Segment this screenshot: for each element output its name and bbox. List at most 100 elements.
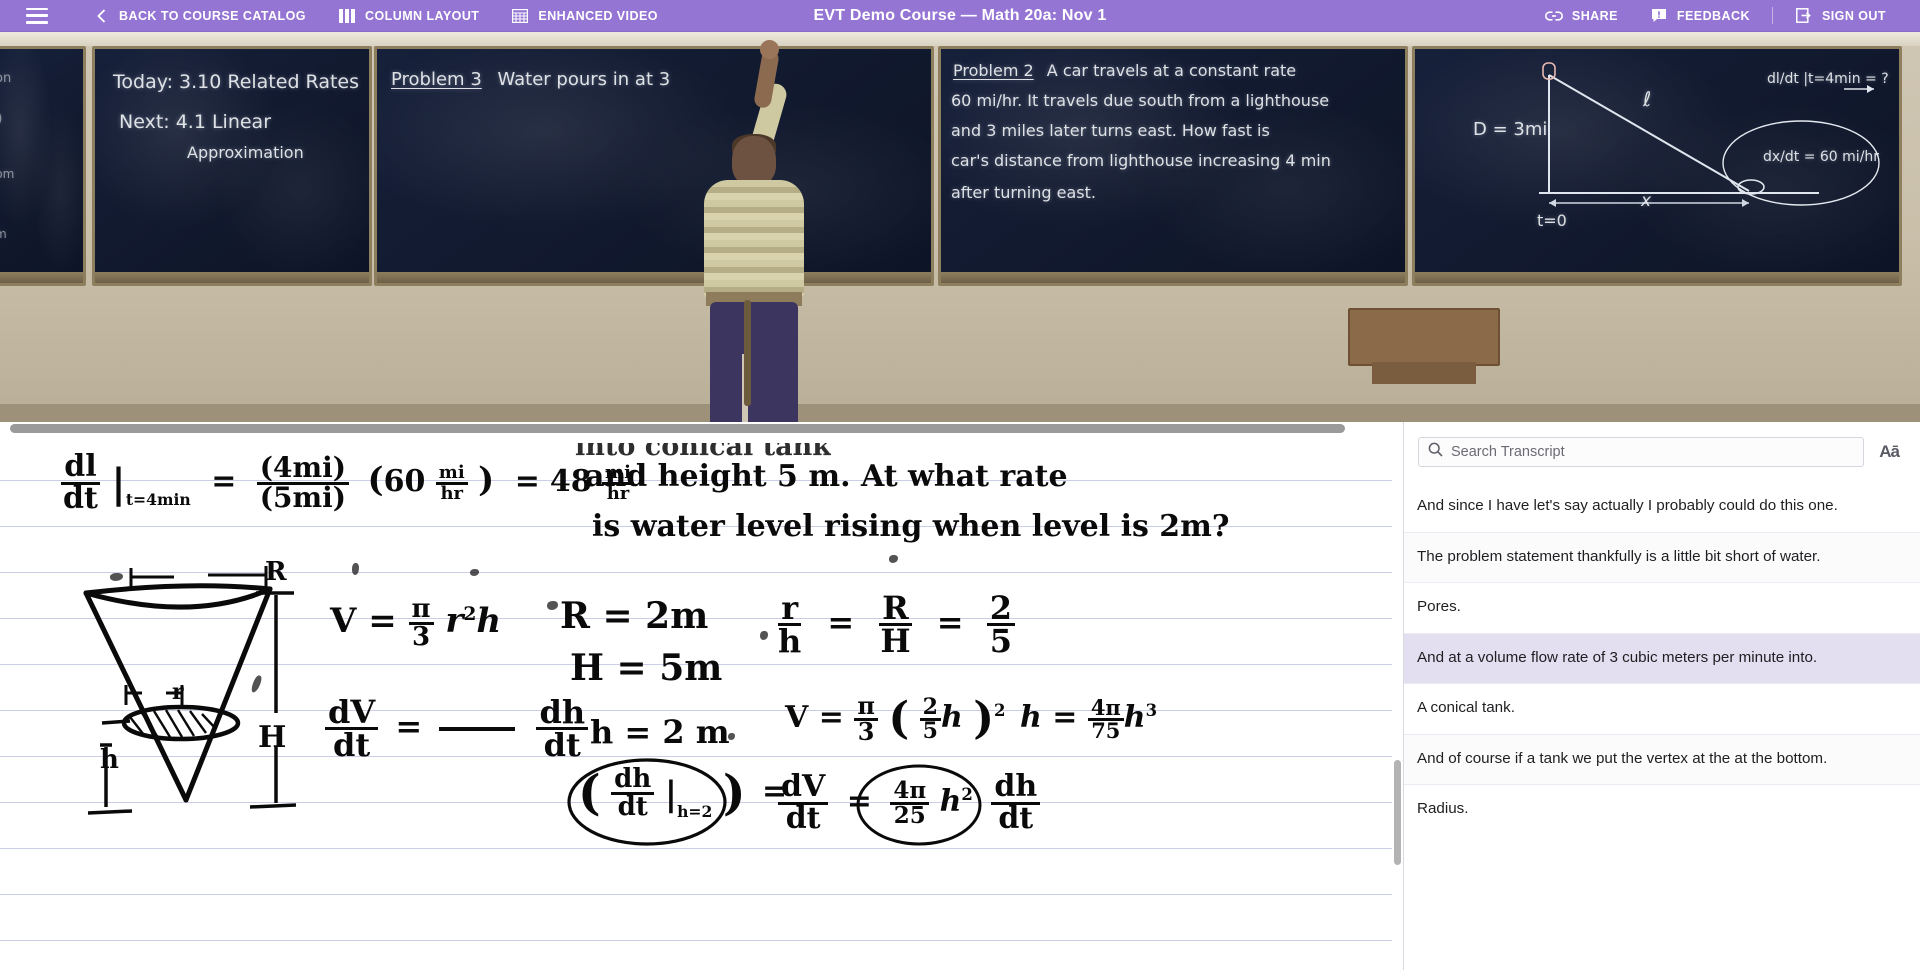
notes-eq-H5m: H = 5m bbox=[570, 647, 723, 689]
board1-text-3: pm bbox=[0, 167, 15, 181]
search-input[interactable] bbox=[1451, 444, 1855, 460]
transcript-line-active[interactable]: And at a volume flow rate of 3 cubic met… bbox=[1404, 632, 1920, 683]
cone-diagram bbox=[83, 566, 297, 815]
transcript-search-box[interactable] bbox=[1418, 437, 1865, 467]
back-to-course-catalog-button[interactable]: BACK TO COURSE CATALOG bbox=[76, 0, 322, 31]
main-content-area: into conical tank dl dt |t=4min = (4mi) (5… bbox=[0, 422, 1920, 970]
podium bbox=[1348, 308, 1500, 366]
share-label: SHARE bbox=[1571, 8, 1618, 23]
transcript-pane: Aā And since I have let's say actually I… bbox=[1404, 422, 1920, 970]
notes-horizontal-scroll-thumb[interactable] bbox=[10, 424, 1345, 433]
lecture-video-player[interactable]: on ) pm m Today: 3.10 Related Rates Next… bbox=[0, 32, 1920, 422]
chalkboard-panel-5: D = 3mi ℓ x t=0 dl/dt |t=4min = ? dx/dt … bbox=[1412, 46, 1902, 286]
notes-eq-ratio: rh = RH = 25 bbox=[775, 592, 1015, 658]
board4-line-4: car's distance from lighthouse increasin… bbox=[951, 151, 1331, 170]
feedback-label: FEEDBACK bbox=[1676, 8, 1750, 23]
ink-smudge bbox=[352, 563, 359, 575]
transcript-line[interactable]: The problem statement thankfully is a li… bbox=[1404, 531, 1920, 582]
board5-x-label: x bbox=[1641, 191, 1652, 211]
chalkboard-panel-3: Problem 3 Water pours in at 3 bbox=[374, 46, 934, 286]
grid-video-icon bbox=[511, 7, 529, 25]
lecturer-hand bbox=[760, 40, 779, 59]
notes-vertical-scroll-thumb[interactable] bbox=[1394, 760, 1401, 865]
chalkboard-panel-1: on ) pm m bbox=[0, 46, 86, 286]
ink-smudge bbox=[728, 733, 735, 740]
podium-base bbox=[1372, 362, 1476, 384]
transcript-line[interactable]: And since I have let's say actually I pr… bbox=[1404, 482, 1920, 532]
board3-problem-label: Problem 3 Water pours in at 3 bbox=[391, 69, 671, 90]
notes-vertical-scrollbar[interactable] bbox=[1392, 435, 1403, 970]
enhanced-video-label: ENHANCED VIDEO bbox=[538, 8, 658, 23]
board4-problem-text: A car travels at a constant rate bbox=[1046, 61, 1297, 80]
board5-distance-label: D = 3mi bbox=[1473, 119, 1548, 140]
search-icon bbox=[1428, 442, 1443, 462]
board1-text-4: m bbox=[0, 227, 7, 241]
notes-eq-V-substituted: V = π3 ( 25h )2 h = 4π 75 h3 bbox=[785, 690, 1158, 746]
notes-eq-volume: V = π3 r2h bbox=[330, 594, 502, 652]
notes-eq-dVdt-final: dV dt = 4π 25 h2 dh dt bbox=[778, 772, 1041, 833]
board5-ell-label: ℓ bbox=[1643, 87, 1652, 111]
board4-problem-label: Problem 2 A car travels at a constant ra… bbox=[953, 61, 1297, 80]
hamburger-menu-icon[interactable] bbox=[26, 7, 48, 24]
notes-eq-h2m: h = 2 m bbox=[590, 713, 730, 751]
notes-label-r: r bbox=[172, 679, 184, 705]
transcript-header: Aā bbox=[1404, 422, 1920, 482]
enhanced-video-button[interactable]: ENHANCED VIDEO bbox=[495, 0, 674, 31]
notes-label-R: R bbox=[265, 557, 287, 587]
comment-icon bbox=[1650, 7, 1668, 25]
lecturer-strap bbox=[744, 300, 751, 406]
share-button[interactable]: SHARE bbox=[1529, 0, 1634, 31]
ink-smudge bbox=[547, 601, 558, 610]
transcript-line[interactable]: And of course if a tank we put the verte… bbox=[1404, 733, 1920, 784]
board3-problem-text: Water pours in at 3 bbox=[497, 69, 671, 90]
board2-today-line: Today: 3.10 Related Rates bbox=[113, 71, 360, 93]
chevron-left-icon bbox=[92, 7, 110, 25]
lecturer-torso bbox=[704, 180, 804, 300]
exit-icon bbox=[1795, 7, 1813, 25]
transcript-line[interactable]: Radius. bbox=[1404, 784, 1920, 835]
topbar-divider bbox=[1771, 7, 1773, 24]
board4-line-2: 60 mi/hr. It travels due south from a li… bbox=[951, 91, 1330, 110]
transcript-line[interactable]: Pores. bbox=[1404, 582, 1920, 633]
board1-text-2: ) bbox=[0, 111, 2, 127]
topbar-right-group: SHARE FEEDBACK SIGN OUT bbox=[1529, 0, 1902, 31]
board2-approximation-line: Approximation bbox=[187, 143, 304, 162]
lecturer-figure bbox=[690, 40, 810, 422]
notes-pane[interactable]: into conical tank dl dt |t=4min = (4mi) (5… bbox=[0, 422, 1404, 970]
link-icon bbox=[1544, 7, 1563, 25]
notes-horizontal-scrollbar[interactable] bbox=[0, 422, 1403, 435]
sign-out-button[interactable]: SIGN OUT bbox=[1779, 0, 1902, 31]
board5-dldt-label: dl/dt |t=4min = ? bbox=[1767, 71, 1889, 87]
columns-icon bbox=[338, 7, 356, 25]
board5-t0-label: t=0 bbox=[1537, 211, 1567, 230]
chalkboard-panel-4: Problem 2 A car travels at a constant ra… bbox=[938, 46, 1408, 286]
back-to-course-catalog-label: BACK TO COURSE CATALOG bbox=[119, 8, 306, 23]
notes-paper-canvas: into conical tank dl dt |t=4min = (4mi) (5… bbox=[0, 435, 1403, 970]
wall-top-trim bbox=[0, 32, 1920, 46]
floor-strip bbox=[0, 404, 1920, 422]
board2-next-line: Next: 4.1 Linear bbox=[119, 111, 272, 133]
classroom-background: on ) pm m Today: 3.10 Related Rates Next… bbox=[0, 32, 1920, 422]
transcript-list[interactable]: And since I have let's say actually I pr… bbox=[1404, 482, 1920, 970]
lecture-player-page: BACK TO COURSE CATALOG COLUMN LAYOUT ENH… bbox=[0, 0, 1920, 970]
ink-smudge bbox=[760, 631, 768, 640]
transcript-line[interactable]: A conical tank. bbox=[1404, 683, 1920, 734]
notes-eq-R2m: R = 2m bbox=[560, 595, 709, 637]
lecturer-head bbox=[732, 136, 776, 186]
chalkboard-panel-2: Today: 3.10 Related Rates Next: 4.1 Line… bbox=[92, 46, 372, 286]
notes-eq-dvdt: dV dt = dh dt bbox=[325, 696, 589, 762]
sign-out-label: SIGN OUT bbox=[1821, 8, 1886, 23]
board5-dxdt-label: dx/dt = 60 mi/hr bbox=[1763, 149, 1880, 165]
lecturer-legs bbox=[710, 302, 798, 422]
board1-text-1: on bbox=[0, 71, 12, 86]
notes-eq-dldt: dl dt |t=4min = (4mi) (5mi) (60 mi hr ) = 48… bbox=[60, 452, 634, 513]
notes-line-water: is water level rising when level is 2m? bbox=[592, 509, 1230, 544]
font-size-toggle-button[interactable]: Aā bbox=[1876, 440, 1902, 464]
column-layout-button[interactable]: COLUMN LAYOUT bbox=[322, 0, 495, 31]
topbar-left-group: BACK TO COURSE CATALOG COLUMN LAYOUT ENH… bbox=[0, 0, 674, 31]
notes-line-height: and height 5 m. At what rate bbox=[585, 459, 1068, 494]
feedback-button[interactable]: FEEDBACK bbox=[1634, 0, 1766, 31]
notes-label-H: H bbox=[258, 720, 287, 755]
ink-smudge bbox=[889, 555, 898, 563]
notes-label-h: h bbox=[100, 745, 119, 775]
